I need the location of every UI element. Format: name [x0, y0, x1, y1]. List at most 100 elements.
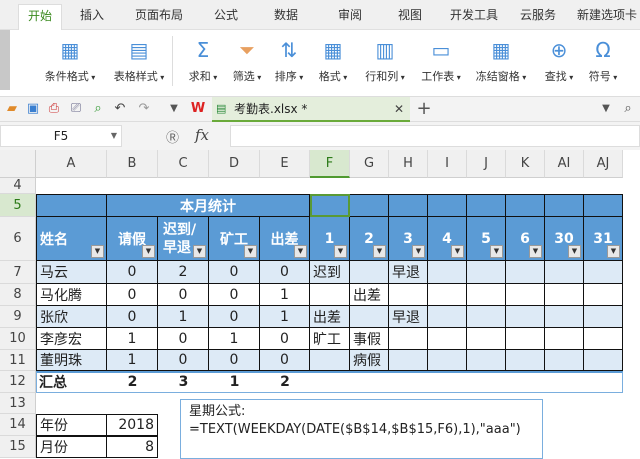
redo-icon[interactable]: ↷	[136, 101, 152, 117]
table-cell[interactable]	[428, 350, 467, 371]
table-cell[interactable]: 2	[158, 261, 209, 284]
filter-dropdown-button[interactable]: ▼	[490, 245, 503, 258]
filter-dropdown-button[interactable]: ▼	[412, 245, 425, 258]
export-pdf-icon[interactable]: ⎙	[46, 101, 62, 117]
save-icon[interactable]: ▣	[25, 101, 41, 117]
table-cell[interactable]	[467, 306, 506, 328]
header-cell[interactable]: 4 ▼	[428, 217, 467, 261]
tab-7[interactable]: 开发工具	[444, 6, 504, 30]
column-header-J[interactable]: J	[467, 150, 506, 178]
table-cell[interactable]	[428, 261, 467, 284]
table-cell[interactable]	[506, 328, 545, 350]
table-cell[interactable]	[350, 306, 389, 328]
zoom-formula-icon[interactable]: Ⓡ	[166, 127, 179, 146]
total-cell[interactable]: 2	[260, 371, 310, 393]
table-cell[interactable]	[310, 350, 350, 371]
table-cell[interactable]	[389, 350, 428, 371]
header-cell[interactable]: 矿工 ▼	[209, 217, 260, 261]
table-cell[interactable]: 迟到	[310, 261, 350, 284]
tab-0[interactable]: 开始	[18, 4, 62, 31]
header-cell[interactable]: 迟到/早退 ▼	[158, 217, 209, 261]
param-cell[interactable]: 年份	[36, 414, 107, 436]
row-header-12[interactable]: 12	[0, 371, 36, 393]
cell-H5[interactable]	[389, 194, 428, 217]
table-cell[interactable]: 事假	[350, 328, 389, 350]
table-cell[interactable]: 0	[107, 261, 158, 284]
table-cell[interactable]: 0	[260, 261, 310, 284]
column-header-A[interactable]: A	[36, 150, 107, 178]
ribbon-button-3[interactable]: ⏷ 筛选 ▾	[224, 36, 270, 84]
filter-dropdown-button[interactable]: ▼	[568, 245, 581, 258]
open-icon[interactable]: ▰	[4, 101, 20, 117]
param-cell[interactable]: 月份	[36, 436, 107, 458]
column-header-E[interactable]: E	[260, 150, 310, 178]
tab-3[interactable]: 公式	[204, 6, 248, 30]
tab-6[interactable]: 视图	[388, 6, 432, 30]
ribbon-button-0[interactable]: ▦ 条件格式 ▾	[34, 36, 106, 84]
table-cell[interactable]	[584, 350, 623, 371]
tab-1[interactable]: 插入	[70, 6, 114, 30]
table-cell[interactable]: 李彦宏	[36, 328, 107, 350]
header-cell[interactable]: 6 ▼	[506, 217, 545, 261]
row-header-13[interactable]: 13	[0, 393, 36, 414]
ribbon-button-4[interactable]: ⇅ 排序 ▾	[266, 36, 312, 84]
table-cell[interactable]	[584, 284, 623, 306]
column-header-K[interactable]: K	[506, 150, 545, 178]
table-cell[interactable]: 1	[107, 328, 158, 350]
table-cell[interactable]: 马化腾	[36, 284, 107, 306]
column-header-AI[interactable]: AI	[545, 150, 584, 178]
chevron-down-icon[interactable]: ▼	[111, 126, 117, 146]
table-cell[interactable]	[350, 261, 389, 284]
tab-9[interactable]: 新建选项卡	[574, 6, 640, 30]
cell-J5[interactable]	[467, 194, 506, 217]
cell-AJ5[interactable]	[584, 194, 623, 217]
table-cell[interactable]	[506, 284, 545, 306]
table-cell[interactable]	[310, 284, 350, 306]
table-cell[interactable]: 1	[209, 328, 260, 350]
table-cell[interactable]	[467, 284, 506, 306]
select-all-corner[interactable]	[0, 150, 36, 178]
header-cell[interactable]: 3 ▼	[389, 217, 428, 261]
total-cell[interactable]: 2	[107, 371, 158, 393]
table-cell[interactable]: 董明珠	[36, 350, 107, 371]
ribbon-button-6[interactable]: ▥ 行和列 ▾	[356, 36, 414, 84]
table-cell[interactable]: 早退	[389, 306, 428, 328]
row-header-4[interactable]: 4	[0, 178, 36, 194]
table-cell[interactable]	[467, 261, 506, 284]
table-cell[interactable]: 0	[260, 328, 310, 350]
table-cell[interactable]	[428, 284, 467, 306]
header-cell[interactable]: 姓名 ▼	[36, 217, 107, 261]
table-cell[interactable]: 马云	[36, 261, 107, 284]
ribbon-collapse-handle[interactable]	[0, 30, 10, 90]
ribbon-button-8[interactable]: ▦ 冻结窗格 ▾	[468, 36, 534, 84]
table-cell[interactable]	[428, 306, 467, 328]
param-cell[interactable]: 8	[107, 436, 158, 458]
name-box[interactable]: F5 ▼	[0, 125, 122, 147]
table-cell[interactable]: 0	[260, 350, 310, 371]
table-cell[interactable]	[545, 328, 584, 350]
row-header-15[interactable]: 15	[0, 436, 36, 458]
ribbon-button-9[interactable]: ⊕ 查找 ▾	[536, 36, 582, 84]
table-cell[interactable]	[506, 261, 545, 284]
cell-F5[interactable]	[310, 194, 350, 217]
cell-G5[interactable]	[350, 194, 389, 217]
table-cell[interactable]: 1	[158, 306, 209, 328]
table-cell[interactable]: 旷工	[310, 328, 350, 350]
tab-5[interactable]: 审阅	[328, 6, 372, 30]
table-cell[interactable]	[389, 328, 428, 350]
header-cell[interactable]: 出差 ▼	[260, 217, 310, 261]
menu-icon[interactable]: ▼	[598, 101, 614, 117]
column-header-G[interactable]: G	[350, 150, 389, 178]
table-cell[interactable]: 1	[260, 284, 310, 306]
header-cell[interactable]: 1 ▼	[310, 217, 350, 261]
header-cell[interactable]: 30 ▼	[545, 217, 584, 261]
filter-dropdown-button[interactable]: ▼	[607, 245, 620, 258]
table-cell[interactable]	[506, 350, 545, 371]
row-header-14[interactable]: 14	[0, 414, 36, 436]
row-header-7[interactable]: 7	[0, 261, 36, 284]
ribbon-button-2[interactable]: Σ 求和 ▾	[180, 36, 226, 84]
table-cell[interactable]	[584, 306, 623, 328]
column-header-H[interactable]: H	[389, 150, 428, 178]
table-cell[interactable]: 出差	[350, 284, 389, 306]
column-header-B[interactable]: B	[107, 150, 158, 178]
